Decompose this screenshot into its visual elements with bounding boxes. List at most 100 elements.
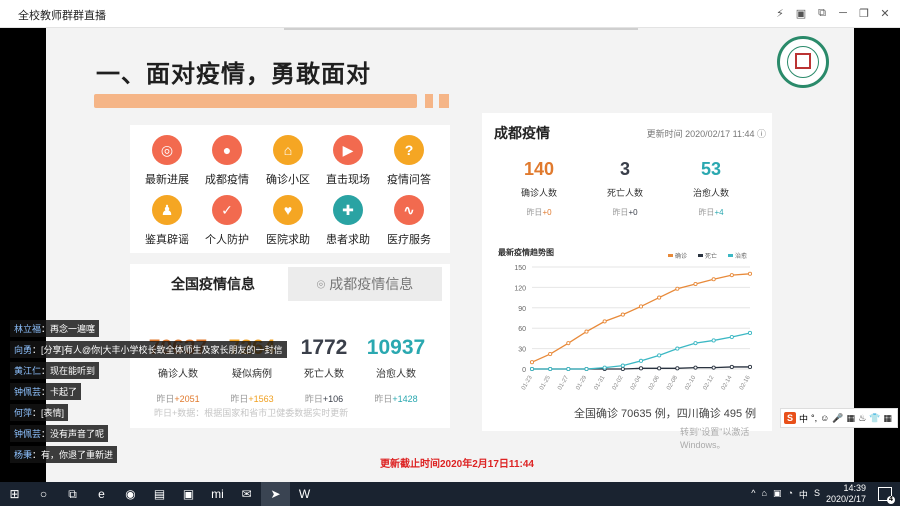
keyboard-icon[interactable]: ▦: [847, 413, 856, 424]
service-9[interactable]: ∿ 医疗服务: [379, 195, 439, 251]
live-stream-stage: 一、面对疫情，勇敢面对 ◎ 最新进展 ● 成都疫情 ⌂ 确诊小区 ▶ 直击现场? 疫情问答 ♟ 鉴真…: [0, 28, 900, 482]
stat-delta: 昨日+1428: [360, 392, 432, 405]
window-titlebar: 全校教师群群直播 ⚡ ▣ ⧉ ─ ❐ ✕: [0, 0, 900, 28]
data-point: [602, 365, 607, 370]
data-point: [638, 304, 644, 309]
chat-bubble: 钟佩芸：卡起了: [10, 383, 82, 400]
snapshot-icon[interactable]: ▣: [794, 5, 808, 21]
sogou-logo-icon[interactable]: S: [784, 412, 796, 424]
stat-label: 死亡人数: [606, 188, 643, 198]
tab-chengdu[interactable]: ⌾ 成都疫情信息: [288, 267, 442, 301]
service-label: 患者求助: [326, 234, 370, 246]
chat-sender: 何萍: [14, 408, 33, 418]
service-label: 医院求助: [266, 234, 310, 246]
chat-bubble: 何萍：[表情]: [10, 404, 69, 421]
pin-icon[interactable]: ⚡: [773, 5, 787, 21]
data-point: [620, 363, 625, 368]
data-point: [657, 366, 662, 371]
maximize-button[interactable]: ❐: [857, 5, 871, 21]
ime-mode[interactable]: 中: [799, 412, 808, 425]
chat-text: 再念一遍噻: [50, 324, 96, 334]
service-8[interactable]: ✚ 患者求助: [318, 195, 378, 251]
delta-value: +0: [542, 208, 552, 217]
window-title: 全校教师群群直播: [18, 10, 106, 22]
chat-separator: ：: [41, 387, 51, 397]
delta-value: +1428: [392, 394, 418, 404]
service-6[interactable]: ✓ 个人防护: [197, 195, 257, 251]
mic-icon[interactable]: 🎤: [832, 413, 843, 424]
tab-national[interactable]: 全国疫情信息: [138, 267, 288, 301]
service-1[interactable]: ● 成都疫情: [197, 135, 257, 191]
taskbar-app-5[interactable]: ▤: [145, 482, 174, 506]
service-icon-grid: ◎ 最新进展 ● 成都疫情 ⌂ 确诊小区 ▶ 直击现场? 疫情问答 ♟ 鉴真辟谣 ✓ 个人防护 ♥ 医院求助…: [130, 125, 450, 253]
stat-delta: 昨日+4: [676, 207, 746, 218]
activate-windows-watermark: 转到"设置"以激活 Windows。: [680, 427, 750, 450]
x-tick-label: 01-27: [557, 374, 570, 391]
stat-3: 10937 治愈人数 昨日+1428: [360, 336, 432, 405]
tray-icon-4[interactable]: 中: [799, 488, 808, 501]
legend-swatch: [668, 254, 673, 257]
taskbar-app-3[interactable]: e: [87, 482, 116, 506]
x-tick-label: 02-12: [703, 374, 716, 391]
data-point: [584, 329, 589, 334]
emoji-icon[interactable]: ☺: [820, 413, 829, 423]
chat-separator: ：: [32, 345, 42, 355]
x-tick-label: 02-10: [684, 374, 697, 391]
taskbar-app-1[interactable]: ○: [29, 482, 58, 506]
close-button[interactable]: ✕: [878, 5, 892, 21]
service-4[interactable]: ? 疫情问答: [379, 135, 439, 191]
service-5[interactable]: ♟ 鉴真辟谣: [137, 195, 197, 251]
toolbox-icon[interactable]: ▦: [883, 413, 892, 424]
taskbar-app-8[interactable]: ✉: [232, 482, 261, 506]
tab-chengdu-label: 成都疫情信息: [329, 276, 414, 292]
chat-sender: 林立福: [14, 324, 42, 334]
taskbar-app-7[interactable]: mi: [203, 482, 232, 506]
taskbar-app-0[interactable]: ⊞: [0, 482, 29, 506]
tray-icon-1[interactable]: ⌂: [762, 488, 767, 501]
ime-toolbar[interactable]: S 中 °, ☺ 🎤 ▦ ♨ 👕 ▦: [780, 408, 898, 428]
data-point: [729, 334, 734, 340]
tray-icon-2[interactable]: ▣: [773, 488, 782, 501]
taskbar-app-4[interactable]: ◉: [116, 482, 145, 506]
clock[interactable]: 14:39 2020/2/17: [826, 483, 866, 505]
punct-icon[interactable]: °,: [811, 413, 817, 423]
clock-time: 14:39: [843, 483, 866, 493]
stat-value: 3: [619, 159, 630, 179]
taskbar-app-6[interactable]: ▣: [174, 482, 203, 506]
chat-text: 现在能听到: [50, 366, 96, 376]
shirt-icon[interactable]: 👕: [869, 413, 880, 424]
service-0[interactable]: ◎ 最新进展: [137, 135, 197, 191]
delta-value: +106: [322, 394, 344, 404]
minimize-button[interactable]: ─: [836, 5, 850, 21]
x-tick-label: 01-23: [521, 374, 534, 391]
legend-swatch: [698, 254, 703, 257]
y-tick-label: 120: [514, 285, 526, 292]
x-tick-label: 01-25: [539, 374, 552, 391]
chat-separator: ：: [41, 429, 51, 439]
chat-text: 有，你退了重新进: [41, 450, 114, 460]
taskbar-app-9[interactable]: ➤: [261, 482, 290, 506]
restore-float-icon[interactable]: ⧉: [815, 5, 829, 21]
taskbar-app-2[interactable]: ⧉: [58, 482, 87, 506]
service-3[interactable]: ▶ 直击现场: [318, 135, 378, 191]
chat-separator: ：: [41, 366, 51, 376]
service-icon: ♥: [273, 195, 303, 225]
chat-bubble: 杨秉：有，你退了重新进: [10, 446, 118, 463]
taskbar-app-10[interactable]: W: [290, 482, 319, 506]
service-2[interactable]: ⌂ 确诊小区: [258, 135, 318, 191]
notification-center-icon[interactable]: 4: [878, 487, 895, 504]
tray-icon-3[interactable]: ◔: [787, 488, 792, 501]
y-tick-label: 30: [518, 347, 526, 354]
legend-label: 确诊: [675, 252, 687, 260]
data-point: [548, 366, 553, 372]
delta-value: +4: [714, 208, 724, 217]
stat-delta: 昨日+106: [288, 392, 360, 405]
tray-icon-5[interactable]: S: [814, 488, 820, 501]
stat-1: 3 死亡人数 昨日+0: [590, 159, 660, 218]
tray-icon-0[interactable]: ^: [751, 488, 755, 501]
chat-message: 向勇：[分享]有人@你|大丰小学校长致全体师生及家长朋友的一封信: [0, 339, 287, 360]
skin-icon[interactable]: ♨: [858, 413, 866, 424]
service-7[interactable]: ♥ 医院求助: [258, 195, 318, 251]
chat-message: 何萍：[表情]: [0, 402, 240, 423]
chat-text: 没有声音了呢: [50, 429, 105, 439]
